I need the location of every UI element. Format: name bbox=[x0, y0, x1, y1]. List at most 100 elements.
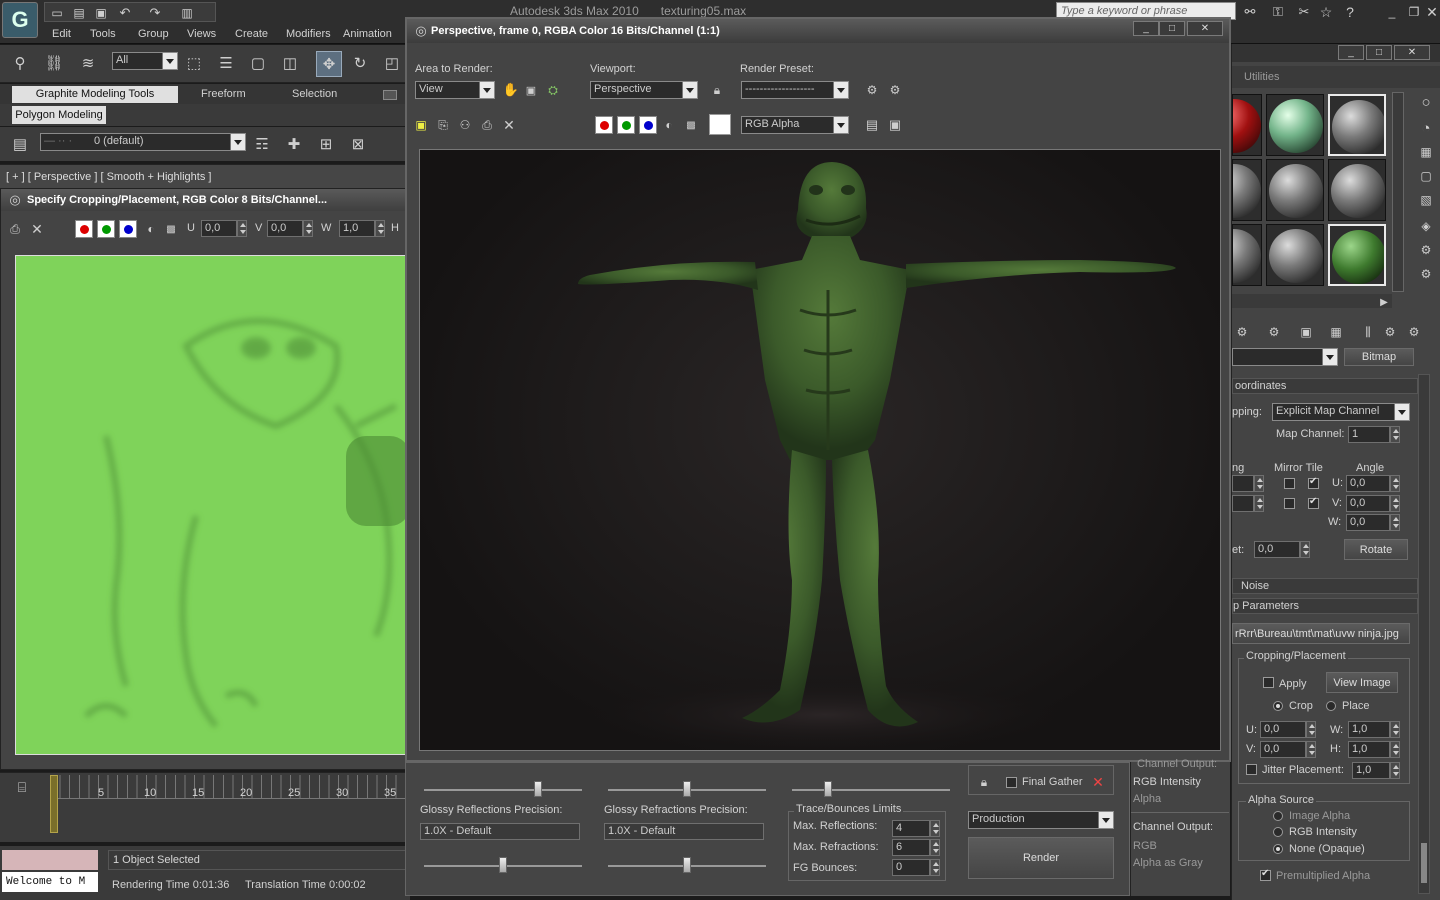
menu-group[interactable]: Group bbox=[138, 28, 169, 40]
sample-slot[interactable] bbox=[1328, 159, 1386, 221]
put-material-icon[interactable]: ⚙ bbox=[1264, 322, 1284, 342]
v-tiling-spinner[interactable] bbox=[1254, 495, 1264, 512]
clear-icon[interactable]: ✕ bbox=[27, 219, 47, 239]
options-icon[interactable]: ⚙ bbox=[1416, 240, 1436, 260]
menu-animation[interactable]: Animation bbox=[343, 28, 392, 40]
window-crossing-icon[interactable]: ◫ bbox=[280, 53, 300, 73]
v-tiling-field[interactable] bbox=[1232, 495, 1254, 512]
sample-type-icon[interactable]: ○ bbox=[1416, 92, 1436, 112]
redo-icon[interactable]: ↷ bbox=[145, 3, 165, 23]
crop-u-spinner[interactable] bbox=[237, 220, 247, 237]
mono-icon[interactable]: ◐ bbox=[141, 219, 161, 239]
monochrome-icon[interactable]: ◐ bbox=[659, 115, 679, 135]
toggle-ui-icon[interactable]: ▤ bbox=[862, 115, 882, 135]
background-color-swatch[interactable] bbox=[709, 114, 731, 135]
go-forward-icon[interactable]: ⚙ bbox=[1404, 322, 1424, 342]
video-color-icon[interactable]: ▧ bbox=[1416, 190, 1436, 210]
display-channel-dropdown[interactable]: RGB Alpha bbox=[741, 116, 849, 134]
utilities-tab[interactable]: Utilities bbox=[1232, 66, 1440, 88]
red-channel-icon[interactable] bbox=[75, 220, 93, 238]
map-name-dropdown[interactable] bbox=[1232, 348, 1338, 366]
coordinates-rollout-header[interactable]: oordinates bbox=[1232, 378, 1418, 394]
new-file-icon[interactable]: ▭ bbox=[47, 3, 67, 23]
unlink-icon[interactable]: ⛓ bbox=[44, 53, 64, 73]
background-icon[interactable]: ▦ bbox=[1416, 142, 1436, 162]
preview-icon[interactable]: ◈ bbox=[1416, 216, 1436, 236]
help-icon[interactable]: ? bbox=[1340, 2, 1360, 22]
star-icon[interactable]: ☆ bbox=[1316, 2, 1336, 22]
key-icon[interactable]: ⚿ bbox=[1268, 2, 1288, 22]
uv-texture-image[interactable] bbox=[15, 255, 409, 755]
bind-space-warp-icon[interactable]: ≋ bbox=[78, 53, 98, 73]
material-close-icon[interactable]: ✕ bbox=[1394, 45, 1430, 60]
crop-w-field-mat[interactable]: 1,0 bbox=[1348, 721, 1390, 738]
jitter-checkbox[interactable] bbox=[1246, 764, 1257, 775]
menu-edit[interactable]: Edit bbox=[52, 28, 71, 40]
premultiplied-checkbox[interactable] bbox=[1260, 868, 1271, 881]
apply-checkbox[interactable] bbox=[1263, 677, 1274, 688]
toggle-overlay-icon[interactable]: ▣ bbox=[885, 115, 905, 135]
u-tiling-spinner[interactable] bbox=[1254, 475, 1264, 492]
restore-app-icon[interactable]: ❐ bbox=[1404, 2, 1424, 22]
w-angle-spinner[interactable] bbox=[1390, 514, 1400, 531]
crop-v-spinner-mat[interactable] bbox=[1306, 741, 1316, 758]
mapping-dropdown[interactable]: Explicit Map Channel bbox=[1272, 403, 1410, 421]
binoculars-icon[interactable]: ⚯ bbox=[1240, 2, 1260, 22]
top-slider-1[interactable] bbox=[424, 781, 582, 797]
rectangle-selection-icon[interactable]: ▢ bbox=[248, 53, 268, 73]
save-image-icon[interactable]: ▣ bbox=[411, 115, 431, 135]
undo-icon[interactable]: ↶ bbox=[115, 3, 135, 23]
glossy-reflections-slider[interactable] bbox=[424, 857, 582, 873]
backlight-icon[interactable]: ◔ bbox=[1416, 118, 1436, 138]
view-image-button[interactable]: View Image bbox=[1326, 672, 1398, 693]
layer-manager-icon[interactable]: ▤ bbox=[10, 134, 30, 154]
clone-window-icon[interactable]: ⚇ bbox=[455, 115, 475, 135]
material-minimize-icon[interactable]: _ bbox=[1338, 45, 1364, 60]
add-to-layer-icon[interactable]: ⊞ bbox=[316, 134, 336, 154]
crop-v-field-mat[interactable]: 0,0 bbox=[1260, 741, 1306, 758]
glossy-refractions-field[interactable]: 1.0X - Default bbox=[604, 823, 764, 840]
clear-image-icon[interactable]: ✕ bbox=[499, 115, 519, 135]
save-icon[interactable]: ▣ bbox=[91, 3, 111, 23]
scroll-right-icon[interactable]: ▶ bbox=[1374, 292, 1394, 312]
blue-channel-toggle[interactable] bbox=[639, 116, 657, 134]
material-maximize-icon[interactable]: □ bbox=[1366, 45, 1392, 60]
copy-image-icon[interactable]: ⎘ bbox=[433, 115, 453, 135]
open-file-icon[interactable]: ▤ bbox=[69, 3, 89, 23]
sample-slot[interactable] bbox=[1328, 224, 1386, 286]
print-image-icon[interactable]: ⎙ bbox=[477, 115, 497, 135]
top-slider-3[interactable] bbox=[792, 781, 950, 797]
get-material-icon[interactable]: ⚙ bbox=[1232, 322, 1252, 342]
crop-w-field[interactable]: 1,0 bbox=[339, 220, 375, 237]
u-tile-checkbox[interactable] bbox=[1308, 476, 1319, 489]
v-angle-spinner[interactable] bbox=[1390, 495, 1400, 512]
create-layer-icon[interactable]: ✚ bbox=[284, 134, 304, 154]
final-gather-checkbox[interactable] bbox=[1006, 777, 1017, 788]
menu-create[interactable]: Create bbox=[235, 28, 268, 40]
blur-offset-spinner[interactable] bbox=[1300, 541, 1310, 558]
max-reflections-spinner[interactable] bbox=[930, 820, 940, 837]
glossy-reflections-field[interactable]: 1.0X - Default bbox=[420, 823, 580, 840]
u-angle-field[interactable]: 0,0 bbox=[1346, 475, 1390, 492]
assign-material-icon[interactable]: ▣ bbox=[1296, 322, 1316, 342]
crop-h-spinner-mat[interactable] bbox=[1390, 741, 1400, 758]
show-map-icon[interactable]: ⫼ bbox=[1358, 322, 1378, 342]
render-button[interactable]: Render bbox=[968, 837, 1114, 879]
max-reflections-field[interactable]: 4 bbox=[892, 820, 930, 837]
crop-v-spinner[interactable] bbox=[303, 220, 313, 237]
close-app-icon[interactable]: ✕ bbox=[1422, 2, 1440, 22]
blue-channel-icon[interactable] bbox=[119, 220, 137, 238]
select-link-icon[interactable]: ⚲ bbox=[10, 53, 30, 73]
final-gather-lock-icon[interactable]: 🔒︎ bbox=[974, 772, 994, 792]
sample-slot[interactable] bbox=[1266, 159, 1324, 221]
crop-h-field-mat[interactable]: 1,0 bbox=[1348, 741, 1390, 758]
crop-v-field[interactable]: 0,0 bbox=[267, 220, 303, 237]
jitter-field[interactable]: 1,0 bbox=[1352, 762, 1390, 779]
max-refractions-field[interactable]: 6 bbox=[892, 839, 930, 856]
map-channel-spinner[interactable] bbox=[1390, 426, 1400, 443]
max-refractions-spinner[interactable] bbox=[930, 839, 940, 856]
rotate-icon[interactable]: ↻ bbox=[350, 53, 370, 73]
select-layer-icon[interactable]: ⊠ bbox=[348, 134, 368, 154]
time-config-icon[interactable]: ⌸ bbox=[12, 777, 32, 797]
viewport-dropdown[interactable]: Perspective bbox=[590, 81, 698, 99]
